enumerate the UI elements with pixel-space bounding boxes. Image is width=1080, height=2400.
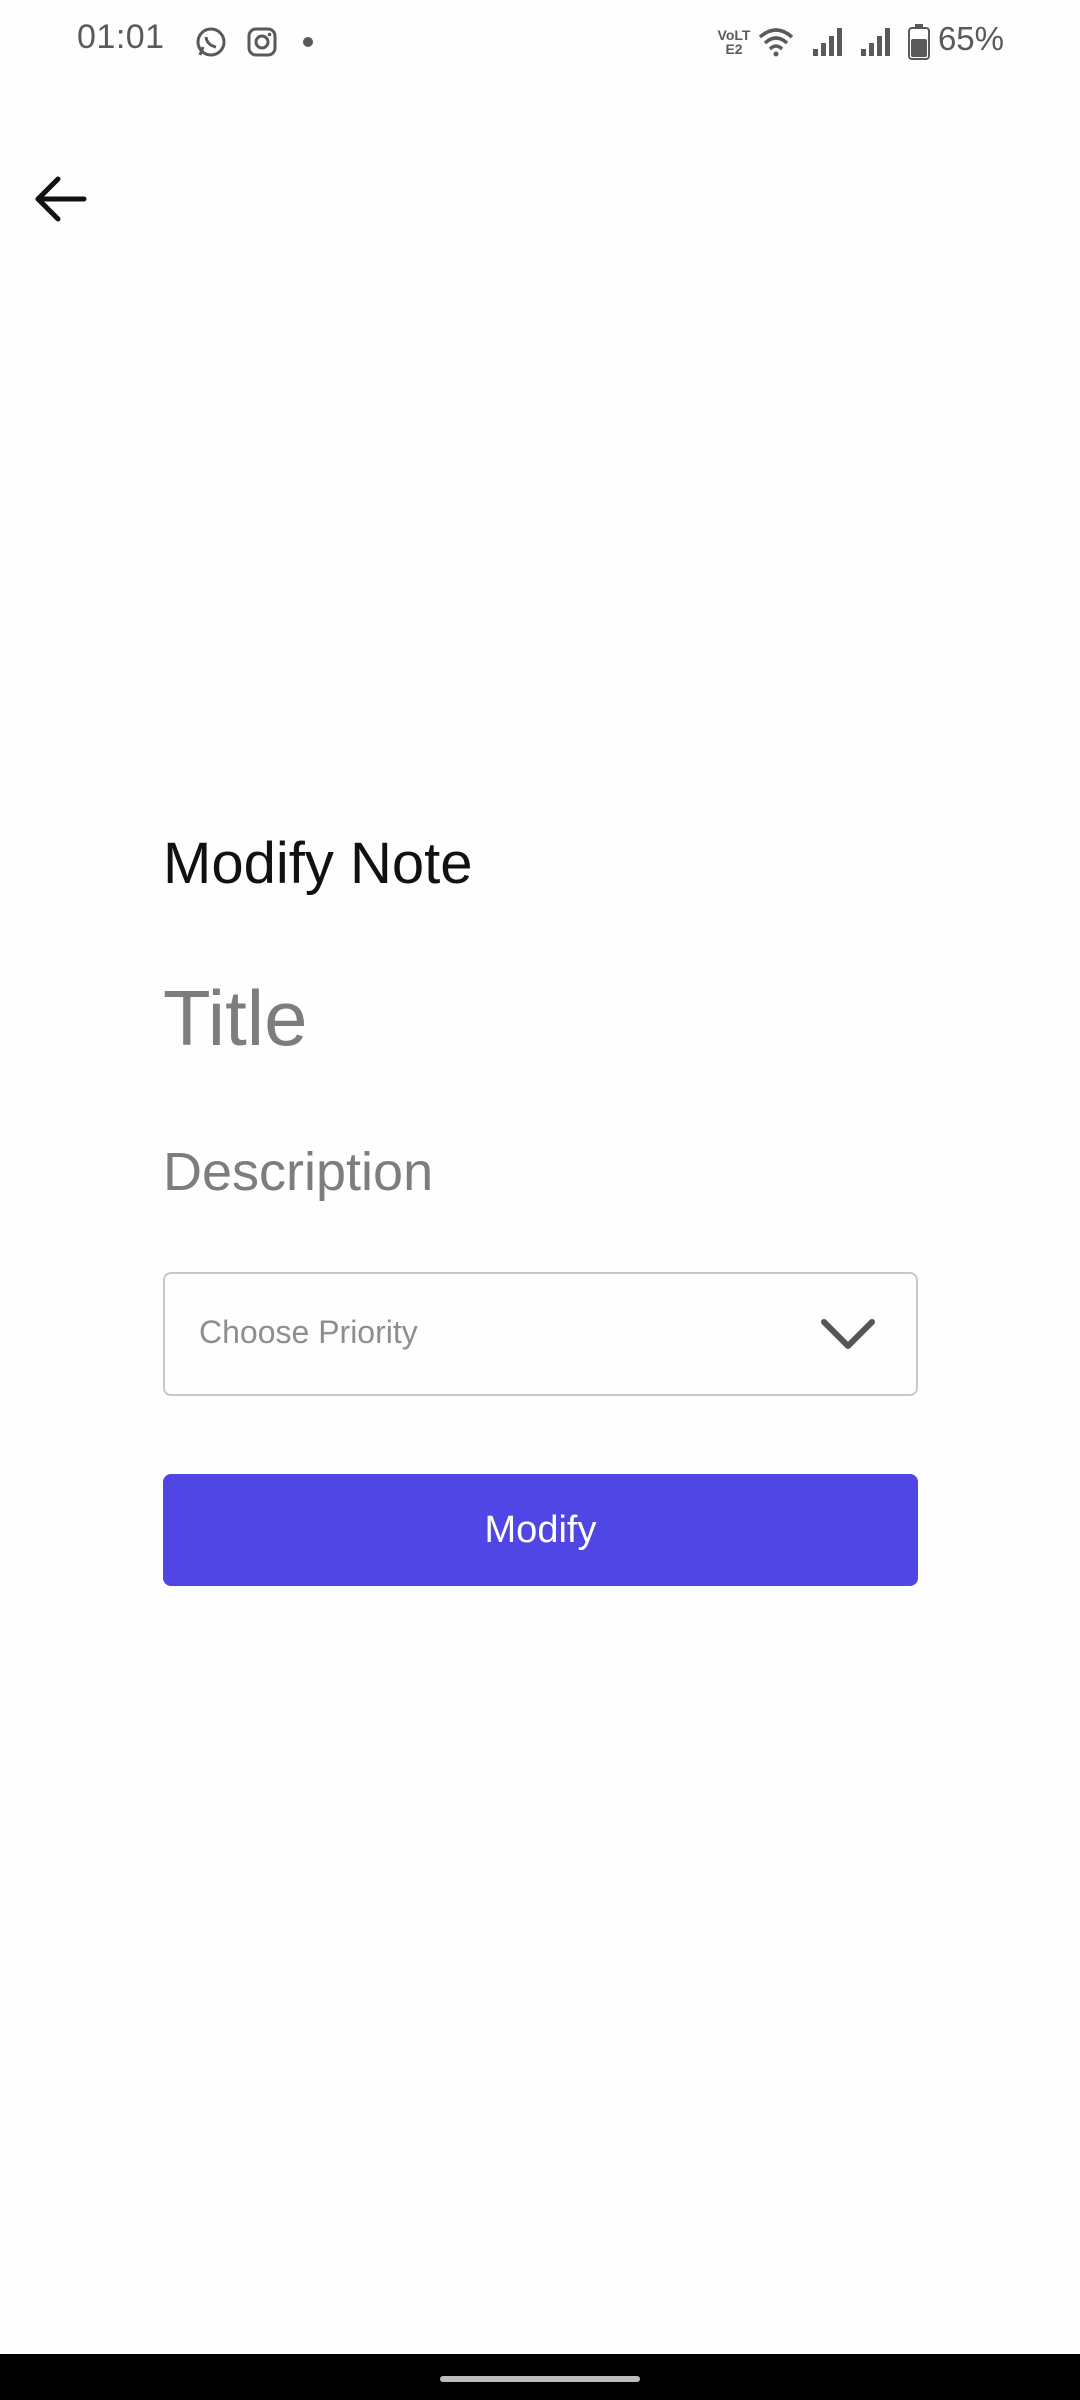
back-button[interactable] xyxy=(28,166,94,232)
priority-placeholder: Choose Priority xyxy=(199,1314,418,1350)
status-bar: 01:01 VoLTE2 65% xyxy=(0,0,1080,84)
page-title: Modify Note xyxy=(163,831,473,896)
title-input[interactable] xyxy=(163,970,918,1066)
modify-button[interactable]: Modify xyxy=(163,1474,918,1586)
whatsapp-icon xyxy=(191,22,231,62)
instagram-icon xyxy=(242,22,282,62)
signal-1-icon xyxy=(808,22,848,62)
volte-icon: VoLTE2 xyxy=(713,22,755,62)
navigation-bar xyxy=(0,2354,1080,2400)
signal-2-icon xyxy=(856,22,896,62)
modify-button-label: Modify xyxy=(484,1508,597,1551)
wifi-icon xyxy=(756,22,796,62)
home-gesture-handle[interactable] xyxy=(440,2376,640,2382)
battery-icon xyxy=(906,22,932,62)
notification-dot-icon xyxy=(298,22,318,62)
battery-percent: 65% xyxy=(937,20,1004,57)
description-input[interactable] xyxy=(163,1136,918,1208)
priority-dropdown[interactable]: Choose Priority xyxy=(163,1272,918,1396)
arrow-left-icon xyxy=(34,176,88,222)
network-label: VoLTE2 xyxy=(717,27,751,57)
status-time: 01:01 xyxy=(77,18,165,56)
chevron-down-icon xyxy=(818,1314,878,1354)
